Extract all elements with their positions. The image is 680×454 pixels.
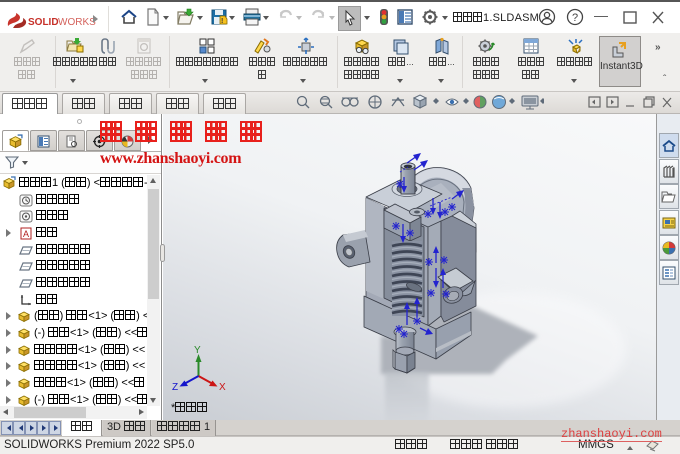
svg-text:Z: Z xyxy=(172,382,178,393)
svg-text:X: X xyxy=(219,382,226,393)
svg-text:SOLID: SOLID xyxy=(28,17,59,28)
svg-text:WORKS: WORKS xyxy=(58,17,96,28)
svg-text:A: A xyxy=(23,229,29,239)
svg-text:!: ! xyxy=(221,18,223,25)
svg-text:?: ? xyxy=(572,12,578,24)
svg-text:Y: Y xyxy=(194,345,201,356)
